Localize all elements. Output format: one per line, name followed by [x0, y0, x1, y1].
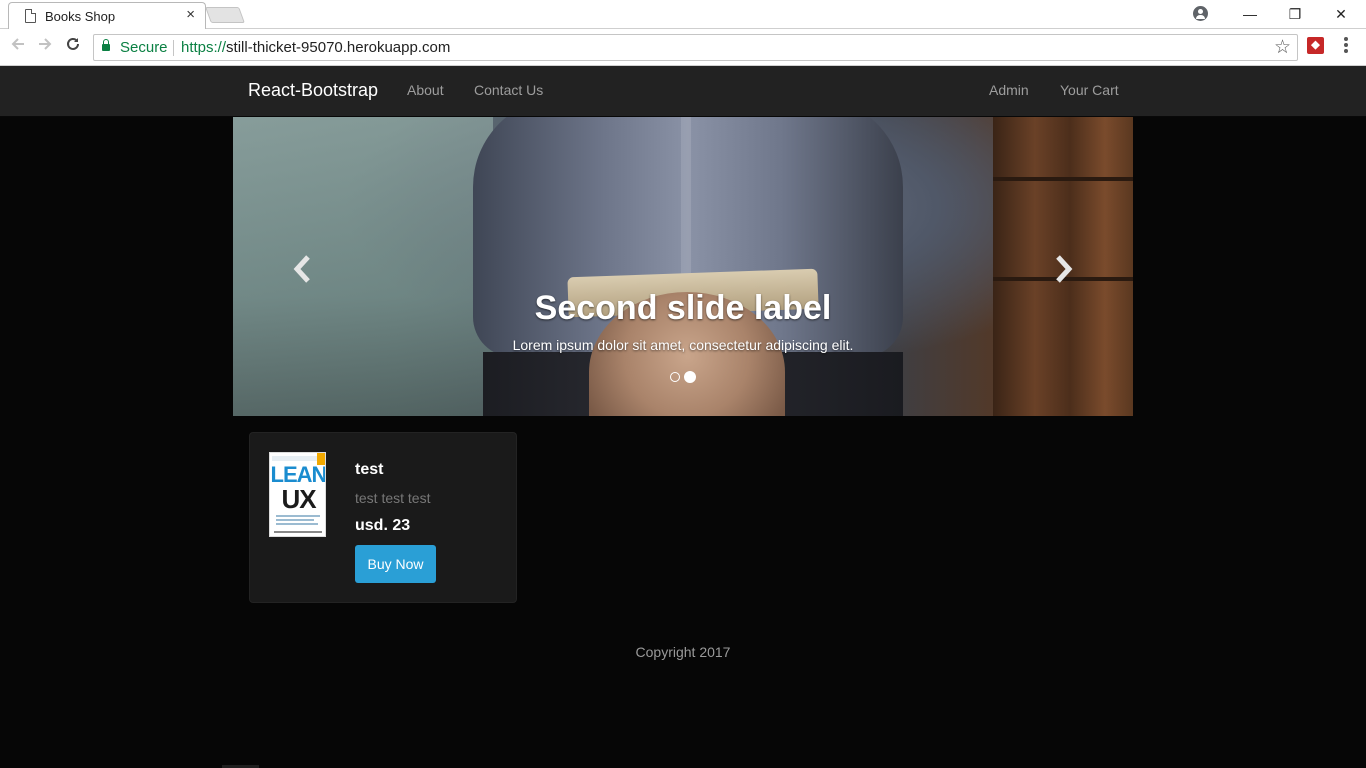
- cover-subtitle-line: [276, 523, 318, 525]
- menu-icon[interactable]: [1344, 37, 1348, 55]
- tab-title: Books Shop: [45, 9, 116, 24]
- nav-link-your-cart[interactable]: Your Cart: [1060, 82, 1119, 98]
- forward-arrow-icon[interactable]: [37, 36, 53, 57]
- cover-subtitle-line: [276, 515, 320, 517]
- carousel-prev-icon[interactable]: [291, 253, 315, 289]
- carousel-photo-background: [233, 117, 493, 416]
- carousel-caption-title: Second slide label: [534, 289, 832, 327]
- address-bar[interactable]: Secure https://still-thicket-95070.herok…: [93, 34, 1298, 61]
- tab-close-icon[interactable]: ×: [186, 6, 195, 24]
- browser-tab-bar: Books Shop × — ❐ ✕: [0, 0, 1366, 30]
- nav-link-about[interactable]: About: [407, 82, 444, 98]
- new-tab-button[interactable]: [205, 7, 245, 23]
- book-cover-image: LEAN UX: [269, 452, 326, 537]
- footer-copyright: Copyright 2017: [635, 644, 731, 660]
- url-text[interactable]: https://still-thicket-95070.herokuapp.co…: [181, 39, 450, 56]
- profile-icon[interactable]: [1193, 6, 1208, 21]
- site-navbar: React-Bootstrap About Contact Us Admin Y…: [0, 66, 1366, 117]
- carousel-indicators: [670, 368, 700, 386]
- reload-icon[interactable]: [65, 36, 81, 57]
- product-description: test test test: [355, 490, 431, 506]
- star-icon[interactable]: ☆: [1274, 36, 1291, 59]
- url-scheme: https://: [181, 39, 227, 56]
- shelf-edge: [993, 177, 1133, 181]
- close-window-button[interactable]: ✕: [1318, 0, 1364, 28]
- carousel-next-icon[interactable]: [1051, 253, 1075, 289]
- secure-label: Secure: [120, 39, 168, 56]
- cover-footer-line: [274, 531, 322, 533]
- cover-title-line2: UX: [281, 484, 316, 514]
- carousel-caption-text: Lorem ipsum dolor sit amet, consectetur …: [512, 337, 854, 353]
- nav-link-contact-us[interactable]: Contact Us: [474, 82, 543, 98]
- cover-title-line1: LEAN: [270, 462, 326, 487]
- product-title: test: [355, 461, 384, 478]
- hero-carousel: Second slide label Lorem ipsum dolor sit…: [233, 117, 1133, 416]
- omnibox-divider: [173, 40, 174, 56]
- nav-link-admin[interactable]: Admin: [989, 82, 1029, 98]
- browser-toolbar: Secure https://still-thicket-95070.herok…: [0, 29, 1366, 66]
- browser-tab[interactable]: Books Shop ×: [8, 2, 206, 30]
- product-price: usd. 23: [355, 517, 411, 534]
- carousel-indicator-2[interactable]: [684, 370, 696, 383]
- navbar-brand[interactable]: React-Bootstrap: [248, 80, 378, 101]
- minimize-button[interactable]: —: [1227, 0, 1273, 28]
- page-icon: [25, 9, 36, 23]
- lock-icon: [102, 39, 110, 51]
- product-card: LEAN UX test test test test usd. 23 Buy …: [249, 432, 517, 603]
- back-arrow-icon[interactable]: [10, 36, 26, 57]
- buy-now-button[interactable]: Buy Now: [355, 545, 436, 583]
- url-host: still-thicket-95070.herokuapp.com: [226, 39, 451, 56]
- carousel-indicator-1[interactable]: [670, 371, 680, 382]
- restore-button[interactable]: ❐: [1272, 0, 1318, 28]
- extension-icon[interactable]: ◆: [1307, 37, 1324, 54]
- cover-subtitle-line: [276, 519, 314, 521]
